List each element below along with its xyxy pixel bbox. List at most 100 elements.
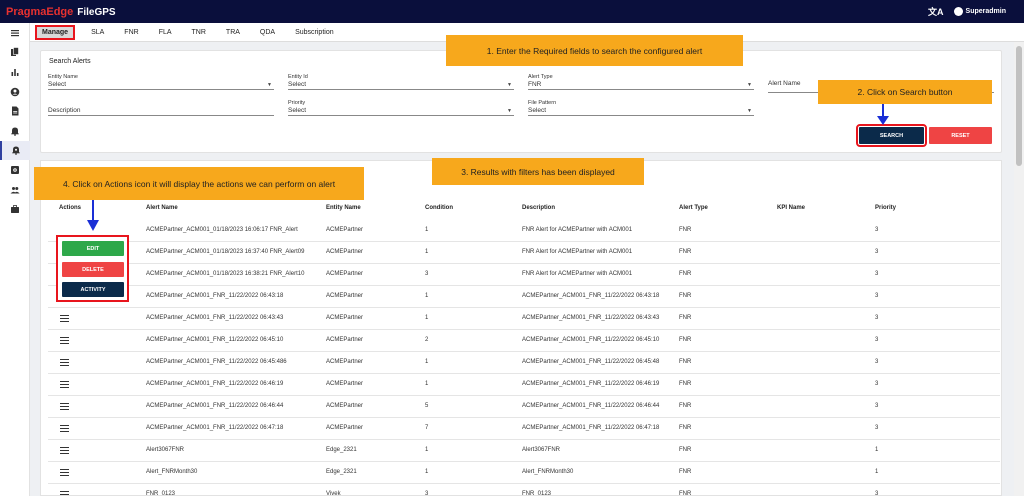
- cell-alert-name: ACMEPartner_ACM001_FNR_11/22/2022 06:47:…: [146, 425, 284, 431]
- table-row: ACMEPartner_ACM001_FNR_11/22/2022 06:43:…: [48, 308, 1000, 330]
- entity-id-select[interactable]: Entity Id Select ▼: [288, 74, 514, 90]
- table-row: Alert3067FNR Edge_2321 1 Alert3067FNR FNR 1: [48, 440, 1000, 462]
- tab-fla[interactable]: FLA: [155, 26, 176, 39]
- brand-logo[interactable]: PragmaEdge FileGPS: [6, 6, 116, 18]
- cell-description: ACMEPartner_ACM001_FNR_11/22/2022 06:46:…: [522, 403, 660, 409]
- cell-entity-name: ACMEPartner: [326, 271, 364, 277]
- actions-menu-icon[interactable]: [60, 315, 69, 322]
- priority-select[interactable]: Priority Select ▼: [288, 100, 514, 116]
- cell-condition: 1: [425, 293, 429, 299]
- card-title: Search Alerts: [49, 58, 91, 65]
- briefcase-icon[interactable]: [0, 199, 30, 219]
- cell-alert-name: FNR_0123: [146, 491, 176, 496]
- account-circle-icon[interactable]: [0, 82, 30, 102]
- actions-menu-icon[interactable]: [60, 381, 69, 388]
- cell-alert-name: ACMEPartner_ACM001_FNR_11/22/2022 06:46:…: [146, 403, 284, 409]
- caret-down-icon: ▼: [507, 108, 512, 114]
- scroll-thumb[interactable]: [1016, 46, 1022, 166]
- tab-tnr[interactable]: TNR: [188, 26, 210, 39]
- user-menu[interactable]: Superadmin: [953, 7, 1006, 16]
- cell-entity-name: Edge_2321: [326, 447, 357, 453]
- bell-settings-icon[interactable]: [0, 140, 30, 161]
- cell-description: ACMEPartner_ACM001_FNR_11/22/2022 06:43:…: [522, 293, 660, 299]
- cell-condition: 3: [425, 491, 429, 496]
- callout-step-3: 3. Results with filters has been display…: [432, 158, 644, 185]
- cell-entity-name: ACMEPartner: [326, 293, 364, 299]
- file-pattern-select[interactable]: File Pattern Select ▼: [528, 100, 754, 116]
- actions-menu-icon[interactable]: [60, 447, 69, 454]
- description-field[interactable]: Description: [48, 106, 274, 116]
- reset-button[interactable]: RESET: [929, 127, 992, 144]
- cell-alert-type: FNR: [679, 315, 692, 321]
- tab-sla[interactable]: SLA: [87, 26, 108, 39]
- cell-priority: 3: [875, 491, 879, 496]
- actions-menu-icon[interactable]: [60, 491, 69, 496]
- table-row: ACMEPartner_ACM001_FNR_11/22/2022 06:45:…: [48, 352, 1000, 374]
- actions-menu-icon[interactable]: [60, 359, 69, 366]
- cell-priority: 3: [875, 425, 879, 431]
- cell-description: ACMEPartner_ACM001_FNR_11/22/2022 06:43:…: [522, 315, 660, 321]
- activity-button[interactable]: ACTIVITY: [62, 282, 124, 297]
- alert-type-select[interactable]: Alert Type FNR ▼: [528, 74, 754, 90]
- cell-priority: 1: [875, 469, 879, 475]
- cell-priority: 3: [875, 403, 879, 409]
- cell-description: Alert_FNRMonth30: [522, 469, 574, 475]
- cell-alert-type: FNR: [679, 227, 692, 233]
- cell-condition: 1: [425, 381, 429, 387]
- callout-step-4: 4. Click on Actions icon it will display…: [34, 167, 364, 200]
- cell-alert-type: FNR: [679, 447, 692, 453]
- table-row: ACMEPartner_ACM001_01/18/2023 16:37:40 F…: [48, 242, 1000, 264]
- actions-menu-icon[interactable]: [60, 425, 69, 432]
- tab-qda[interactable]: QDA: [256, 26, 279, 39]
- field-label: Description: [48, 107, 81, 114]
- actions-menu-icon[interactable]: [60, 337, 69, 344]
- table-row: FNR_0123 Vivek 3 FNR_0123 FNR 3: [48, 484, 1000, 496]
- cell-priority: 3: [875, 249, 879, 255]
- cell-description: ACMEPartner_ACM001_FNR_11/22/2022 06:45:…: [522, 359, 660, 365]
- tab-subscription[interactable]: Subscription: [291, 26, 338, 39]
- actions-menu-icon[interactable]: [60, 403, 69, 410]
- cell-alert-type: FNR: [679, 249, 692, 255]
- bar-chart-icon[interactable]: [0, 62, 30, 82]
- page-scrollbar[interactable]: [1014, 42, 1024, 496]
- sidebar: [0, 23, 30, 496]
- cell-alert-name: ACMEPartner_ACM001_FNR_11/22/2022 06:46:…: [146, 381, 284, 387]
- col-alert-type: Alert Type: [679, 205, 708, 211]
- group-icon[interactable]: [0, 180, 30, 200]
- cell-condition: 5: [425, 403, 429, 409]
- arrow-down-icon: [87, 200, 99, 231]
- cell-entity-name: ACMEPartner: [326, 381, 364, 387]
- table-row: ACMEPartner_ACM001_01/18/2023 16:38:21 F…: [48, 264, 1000, 286]
- cell-alert-type: FNR: [679, 381, 692, 387]
- cell-entity-name: Vivek: [326, 491, 341, 496]
- cell-priority: 3: [875, 381, 879, 387]
- tab-fnr[interactable]: FNR: [120, 26, 142, 39]
- cell-condition: 1: [425, 469, 429, 475]
- col-alert-name: Alert Name: [146, 205, 178, 211]
- cell-alert-name: ACMEPartner_ACM001_01/18/2023 16:38:21 F…: [146, 271, 305, 277]
- files-icon[interactable]: [0, 43, 30, 63]
- cell-priority: 3: [875, 271, 879, 277]
- tab-manage[interactable]: Manage: [35, 24, 76, 40]
- cell-entity-name: ACMEPartner: [326, 359, 364, 365]
- entity-name-select[interactable]: Entity Name Select ▼: [48, 74, 274, 90]
- table-row: ACMEPartner_ACM001_FNR_11/22/2022 06:46:…: [48, 396, 1000, 418]
- search-button[interactable]: SEARCH: [856, 124, 927, 147]
- col-description: Description: [522, 205, 556, 211]
- edit-button[interactable]: EDIT: [62, 241, 124, 256]
- caret-down-icon: ▼: [507, 82, 512, 88]
- document-icon[interactable]: [0, 101, 30, 121]
- translate-icon[interactable]: 文A: [928, 5, 944, 18]
- table-row: Alert_FNRMonth30 Edge_2321 1 Alert_FNRMonth…: [48, 462, 1000, 484]
- cell-condition: 1: [425, 447, 429, 453]
- settings-box-icon[interactable]: [0, 160, 30, 180]
- bell-icon[interactable]: [0, 121, 30, 141]
- cell-description: FNR_0123: [522, 491, 552, 496]
- hamburger-menu-icon[interactable]: [0, 23, 30, 43]
- tab-tra[interactable]: TRA: [222, 26, 244, 39]
- actions-menu-icon[interactable]: [60, 469, 69, 476]
- cell-condition: 2: [425, 337, 429, 343]
- delete-button[interactable]: DELETE: [62, 262, 124, 277]
- cell-alert-type: FNR: [679, 337, 692, 343]
- cell-entity-name: ACMEPartner: [326, 227, 364, 233]
